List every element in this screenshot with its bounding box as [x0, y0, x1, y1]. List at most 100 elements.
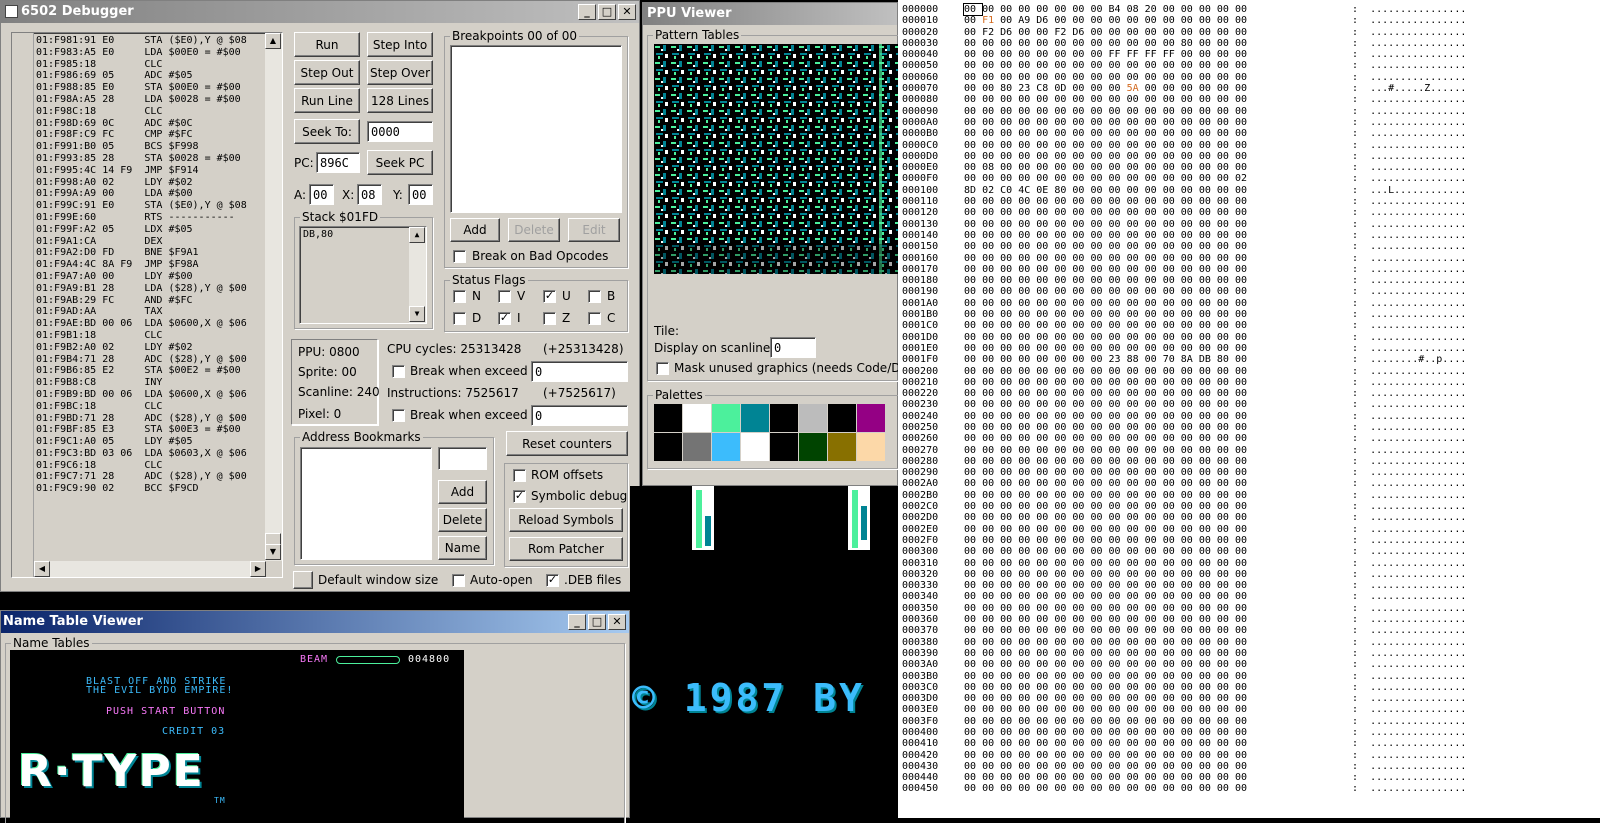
hex-ascii[interactable]: ................	[1370, 106, 1466, 117]
maximize-button[interactable]: □	[598, 4, 616, 20]
seek-to-input[interactable]: 0000	[367, 121, 433, 142]
close-button[interactable]: ✕	[618, 4, 636, 20]
disassembly-line[interactable]: 01:F983:A5 E0 LDA $00E0 = #$00	[36, 47, 268, 59]
hex-ascii[interactable]: ................	[1370, 411, 1466, 422]
hex-ascii[interactable]: ................	[1370, 467, 1466, 478]
disassembly-line[interactable]: 01:F9B6:85 E2 STA $00E2 = #$00	[36, 365, 268, 377]
hex-bytes[interactable]: 00 00 00 00 00 00 00 00 00 00 00 00 00 0…	[964, 151, 1352, 162]
breakpoints-list[interactable]	[450, 45, 622, 213]
hex-bytes[interactable]: 00 00 00 00 00 00 00 00 00 00 00 00 00 0…	[964, 546, 1352, 557]
hex-ascii[interactable]: ................	[1370, 253, 1466, 264]
flag-d-checkbox[interactable]	[453, 312, 466, 325]
hex-bytes[interactable]: 00 00 00 00 00 00 00 00 00 00 00 00 00 0…	[964, 535, 1352, 546]
hex-ascii[interactable]: ................	[1370, 501, 1466, 512]
hex-row[interactable]: 000030 00 00 00 00 00 00 00 00 00 00 00 0…	[902, 38, 1466, 49]
hex-bytes[interactable]: 00 00 00 00 00 00 00 00 00 00 00 00 00 0…	[964, 682, 1352, 693]
hex-row[interactable]: 000340 00 00 00 00 00 00 00 00 00 00 00 0…	[902, 591, 1466, 602]
hex-bytes[interactable]: 00 08 00 00 00 00 00 00 00 00 00 00 00 0…	[964, 162, 1352, 173]
disassembly-line[interactable]: 01:F9C6:18 CLC	[36, 460, 268, 472]
hex-ascii[interactable]: ................	[1370, 783, 1466, 794]
bookmark-add-button[interactable]: Add	[438, 480, 487, 504]
hex-bytes[interactable]: 00 00 00 00 00 00 00 00 00 00 00 00 00 0…	[964, 106, 1352, 117]
hex-bytes[interactable]: 00 00 00 00 00 00 00 00 00 00 00 00 00 0…	[964, 377, 1352, 388]
hex-row[interactable]: 0000C0 00 00 00 00 00 00 00 00 00 00 00 0…	[902, 140, 1466, 151]
close-button[interactable]: ✕	[608, 614, 626, 630]
disassembly-view[interactable]: 01:F981:91 E0 STA ($E0),Y @ $08 01:F983:A…	[11, 32, 283, 578]
disassembly-line[interactable]: 01:F99F:A2 05 LDX #$05	[36, 224, 268, 236]
palette-swatch[interactable]	[770, 433, 798, 461]
hex-ascii[interactable]: ................	[1370, 546, 1466, 557]
disassembly-line[interactable]: 01:F9C9:90 02 BCC $F9CD	[36, 483, 268, 495]
hex-bytes[interactable]: 00 00 00 00 00 00 00 00 00 00 00 00 00 0…	[964, 456, 1352, 467]
hex-ascii[interactable]: ................	[1370, 162, 1466, 173]
palette-swatch[interactable]	[654, 404, 682, 432]
hex-bytes[interactable]: 00 00 00 00 00 00 00 00 00 00 00 00 00 0…	[964, 60, 1352, 71]
scroll-up-arrow[interactable]: ▲	[265, 33, 281, 49]
disassembly-line[interactable]: 01:F9A9:B1 28 LDA ($28),Y @ $00	[36, 283, 268, 295]
disassembly-line[interactable]: 01:F988:85 E0 STA $00E0 = #$00	[36, 82, 268, 94]
hex-ascii[interactable]: ................	[1370, 704, 1466, 715]
name-table-titlebar[interactable]: Name Table Viewer _ □ ✕	[1, 611, 629, 633]
stack-view[interactable]: DB,80 ▲ ▼	[299, 226, 427, 324]
flag-v-checkbox[interactable]	[498, 290, 511, 303]
disassembly-line[interactable]: 01:F9AB:29 FC AND #$FC	[36, 295, 268, 307]
hex-ascii[interactable]: ........#..p....	[1370, 354, 1466, 365]
disassembly-vscroll[interactable]: ▲ ▼	[265, 33, 282, 561]
hex-row[interactable]: 0002F0 00 00 00 00 00 00 00 00 00 00 00 0…	[902, 535, 1466, 546]
hex-ascii[interactable]: ................	[1370, 433, 1466, 444]
disassembly-hscroll[interactable]: ◀ ▶	[34, 561, 266, 577]
breakpoint-edit-button[interactable]: Edit	[568, 218, 620, 242]
hex-row[interactable]: 000190 00 00 00 00 00 00 00 00 00 00 00 0…	[902, 286, 1466, 297]
hex-bytes[interactable]: 00 00 00 00 00 00 00 00 00 00 00 00 00 0…	[964, 241, 1352, 252]
scroll-up-arrow[interactable]: ▲	[409, 227, 425, 243]
hex-ascii[interactable]: ................	[1370, 264, 1466, 275]
hex-row[interactable]: 000230 00 00 00 00 00 00 00 00 00 00 00 0…	[902, 399, 1466, 410]
disassembly-line[interactable]: 01:F98A:A5 28 LDA $0028 = #$00	[36, 94, 268, 106]
hex-bytes[interactable]: 00 00 00 00 00 00 00 00 00 00 00 00 00 0…	[964, 693, 1352, 704]
hex-row[interactable]: 000130 00 00 00 00 00 00 00 00 00 00 00 0…	[902, 219, 1466, 230]
hex-bytes[interactable]: 00 00 00 00 00 00 00 00 00 00 00 00 00 0…	[964, 445, 1352, 456]
hex-bytes[interactable]: 00 00 00 00 00 00 00 00 00 00 00 00 00 0…	[964, 72, 1352, 83]
hex-row[interactable]: 0000B0 00 00 00 00 00 00 00 00 00 00 00 0…	[902, 128, 1466, 139]
disassembly-line[interactable]: 01:F986:69 05 ADC #$05	[36, 70, 268, 82]
a-register-input[interactable]: 00	[309, 184, 334, 205]
hex-ascii[interactable]: ................	[1370, 298, 1466, 309]
disassembly-line[interactable]: 01:F9A7:A0 00 LDY #$00	[36, 271, 268, 283]
hex-ascii[interactable]: ................	[1370, 286, 1466, 297]
scroll-right-arrow[interactable]: ▶	[250, 561, 266, 577]
hex-ascii[interactable]: ................	[1370, 614, 1466, 625]
hex-bytes[interactable]: 00 00 00 00 00 00 00 00 00 00 00 00 00 0…	[964, 286, 1352, 297]
hex-bytes[interactable]: 00 00 00 00 00 00 00 00 00 00 00 00 00 0…	[964, 569, 1352, 580]
hex-bytes[interactable]: 00 00 00 00 00 00 00 00 00 00 00 00 00 0…	[964, 253, 1352, 264]
hex-bytes[interactable]: 00 00 00 00 00 00 00 00 00 00 00 00 00 0…	[964, 614, 1352, 625]
hex-bytes[interactable]: 00 00 00 00 00 00 00 00 00 00 00 00 00 0…	[964, 366, 1352, 377]
hex-row[interactable]: 000110 00 00 00 00 00 00 00 00 00 00 00 0…	[902, 196, 1466, 207]
128-lines-button[interactable]: 128 Lines	[367, 88, 433, 113]
hex-ascii[interactable]: ................	[1370, 60, 1466, 71]
hex-ascii[interactable]: ................	[1370, 173, 1466, 184]
hex-row[interactable]: 000060 00 00 00 00 00 00 00 00 00 00 00 0…	[902, 72, 1466, 83]
flag-c-checkbox[interactable]	[588, 312, 601, 325]
hex-row[interactable]: 0001F0 00 00 00 00 00 00 00 00 23 88 00 7…	[902, 354, 1466, 365]
hex-bytes[interactable]: 00 00 00 00 00 00 00 00 00 00 00 00 80 0…	[964, 38, 1352, 49]
hex-ascii[interactable]: ................	[1370, 320, 1466, 331]
hex-row[interactable]: 0002C0 00 00 00 00 00 00 00 00 00 00 00 0…	[902, 501, 1466, 512]
hex-bytes[interactable]: 00 00 00 00 00 00 00 00 00 00 00 00 00 0…	[964, 490, 1352, 501]
hex-row[interactable]: 000090 00 00 00 00 00 00 00 00 00 00 00 0…	[902, 106, 1466, 117]
scroll-down-arrow[interactable]: ▼	[265, 544, 281, 560]
hex-ascii[interactable]: ................	[1370, 659, 1466, 670]
bookmark-delete-button[interactable]: Delete	[438, 508, 487, 532]
hex-row[interactable]: 0003F0 00 00 00 00 00 00 00 00 00 00 00 0…	[902, 716, 1466, 727]
hex-ascii[interactable]: ................	[1370, 422, 1466, 433]
hex-row[interactable]: 000200 00 00 00 00 00 00 00 00 00 00 00 0…	[902, 366, 1466, 377]
hex-ascii[interactable]: ................	[1370, 230, 1466, 241]
hex-row[interactable]: 000450 00 00 00 00 00 00 00 00 00 00 00 0…	[902, 783, 1466, 794]
hex-row[interactable]: 000300 00 00 00 00 00 00 00 00 00 00 00 0…	[902, 546, 1466, 557]
rom-offsets-checkbox[interactable]	[513, 469, 526, 482]
maximize-button[interactable]: □	[588, 614, 606, 630]
hex-bytes[interactable]: 8D 02 C0 4C 0E 80 00 00 00 00 00 00 00 0…	[964, 185, 1352, 196]
disassembly-line[interactable]: 01:F9B2:A0 02 LDY #$02	[36, 342, 268, 354]
hex-ascii[interactable]: ................	[1370, 332, 1466, 343]
hex-row[interactable]: 000250 00 00 00 00 00 00 00 00 00 00 00 0…	[902, 422, 1466, 433]
hex-ascii[interactable]: ................	[1370, 117, 1466, 128]
